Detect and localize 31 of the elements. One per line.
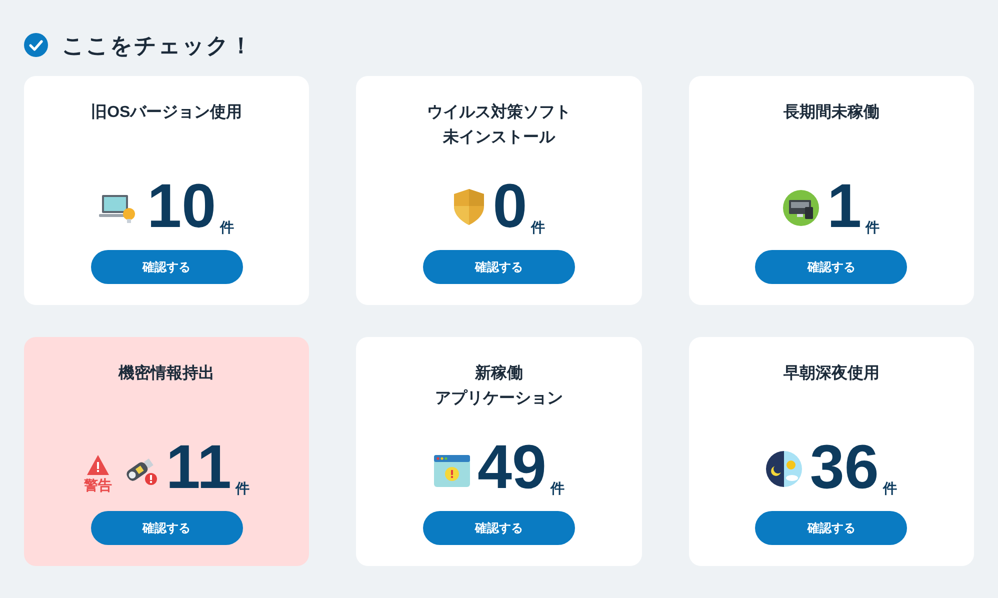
count-unit: 件	[531, 218, 546, 237]
count-value: 36	[810, 437, 879, 499]
confirm-button[interactable]: 確認する	[755, 511, 908, 545]
card-title: 早朝深夜使用	[783, 363, 880, 384]
count-value: 11	[166, 437, 232, 499]
card-title: ウイルス対策ソフト 未インストール	[426, 102, 571, 148]
card-title: 新稼働 アプリケーション	[434, 363, 563, 409]
confirm-button[interactable]: 確認する	[422, 250, 575, 284]
count-unit: 件	[550, 479, 564, 498]
count-value: 1	[827, 176, 862, 238]
count-value: 49	[478, 437, 546, 499]
warning-icon	[86, 455, 109, 475]
card-title: 旧OSバージョン使用	[91, 102, 242, 123]
confirm-button[interactable]: 確認する	[90, 511, 243, 545]
count-unit: 件	[235, 479, 250, 498]
count-unit: 件	[866, 218, 880, 237]
shield-icon	[452, 188, 485, 226]
confirm-button[interactable]: 確認する	[90, 250, 243, 284]
card-title: 機密情報持出	[118, 363, 215, 384]
confirm-button[interactable]: 確認する	[755, 250, 908, 284]
card-title: 長期間未稼働	[783, 102, 880, 123]
section-heading: ここをチェック！	[62, 32, 253, 60]
count-unit: 件	[882, 479, 897, 498]
confirm-button[interactable]: 確認する	[422, 511, 575, 545]
check-circle-icon	[24, 33, 48, 57]
count-value: 0	[492, 176, 528, 238]
monitor-phone-icon	[783, 190, 820, 226]
count-unit: 件	[220, 218, 234, 237]
warning-label: 警告	[84, 476, 112, 495]
day-night-icon	[766, 451, 802, 487]
count-value: 10	[147, 176, 216, 238]
